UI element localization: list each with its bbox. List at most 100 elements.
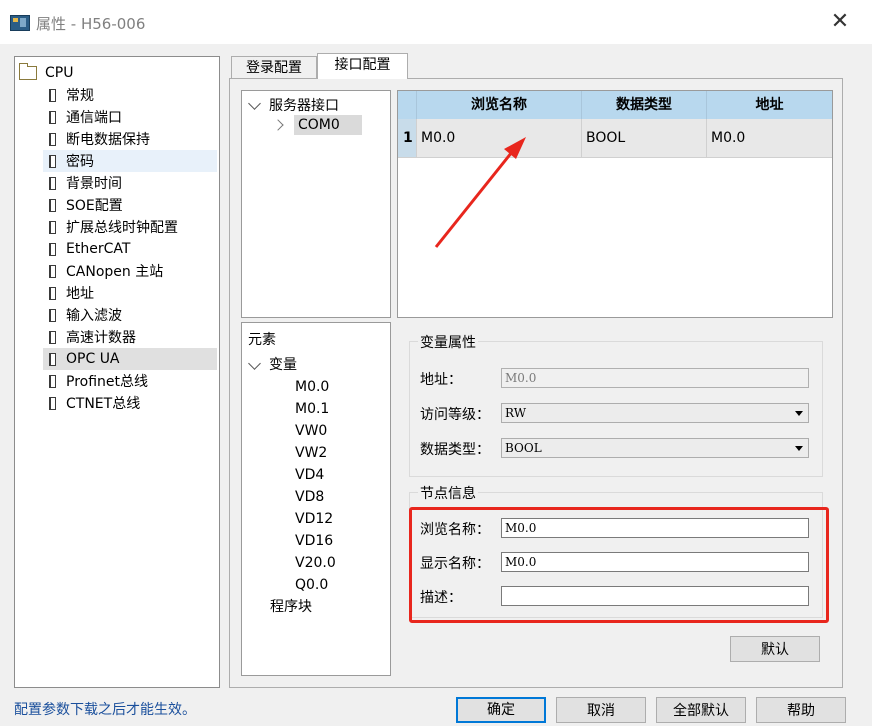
page-icon xyxy=(49,132,56,146)
variable-item[interactable]: V20.0 xyxy=(295,552,336,574)
close-icon[interactable]: ✕ xyxy=(826,8,854,36)
window-title: 属性 - H56-006 xyxy=(36,15,146,33)
tree-item[interactable]: OPC UA xyxy=(43,348,217,370)
tree-item[interactable]: 常规 xyxy=(43,84,217,106)
access-level-value: RW xyxy=(505,406,527,420)
tree-item[interactable]: CTNET总线 xyxy=(43,392,217,414)
settings-tree: CPU 常规通信端口断电数据保持 密码背景时间 SOE配置扩展总线时钟配置 Ether… xyxy=(14,56,220,688)
tab-label: 登录配置 xyxy=(246,60,302,76)
page-icon xyxy=(49,242,56,256)
page-icon xyxy=(49,198,56,212)
page-icon xyxy=(49,264,56,278)
chevron-down-icon xyxy=(248,96,261,110)
tree-item-label: 输入滤波 xyxy=(66,308,122,324)
tree-item-label: 密码 xyxy=(66,154,94,170)
group-label: 变量 xyxy=(269,357,297,373)
elements-group-variables[interactable]: 变量 xyxy=(248,354,297,376)
app-icon xyxy=(10,15,30,31)
tree-item-label: 通信端口 xyxy=(66,110,122,126)
elements-title: 元素 xyxy=(248,332,276,348)
tab-login-config[interactable]: 登录配置 xyxy=(231,56,317,79)
node-info-title: 节点信息 xyxy=(418,483,478,503)
page-icon xyxy=(49,374,56,388)
page-icon xyxy=(49,176,56,190)
elements-group-program-blocks[interactable]: 程序块 xyxy=(270,596,312,618)
default-button[interactable]: 默认 xyxy=(730,636,820,662)
server-tree-item-com0[interactable]: COM0 xyxy=(272,115,390,135)
variable-grid: 浏览名称 数据类型 地址 1 M0.0 BOOL M0.0 xyxy=(397,90,833,318)
variable-item[interactable]: M0.1 xyxy=(295,398,329,420)
server-interface-tree: 服务器接口 COM0 xyxy=(241,90,391,318)
chevron-right-icon xyxy=(272,119,284,131)
page-icon xyxy=(49,396,56,410)
variable-item[interactable]: VW0 xyxy=(295,420,327,442)
title-bar: 属性 - H56-006 ✕ xyxy=(0,0,872,44)
tab-interface-config[interactable]: 接口配置 xyxy=(317,53,408,79)
elements-tree: 元素 变量 M0.0 M0.1 VW0 VW2 VD4 VD8 VD12 VD16 V20.0 Q… xyxy=(241,322,391,676)
variable-item[interactable]: VD12 xyxy=(295,508,333,530)
page-icon xyxy=(49,352,56,366)
data-type-label: 数据类型： xyxy=(420,442,490,458)
tree-item-label: Profinet总线 xyxy=(66,374,149,390)
page-icon xyxy=(49,88,56,102)
tree-item[interactable]: SOE配置 xyxy=(43,194,217,216)
address-field: M0.0 xyxy=(501,368,809,388)
dropdown-arrow-icon xyxy=(795,446,803,451)
tree-item[interactable]: EtherCAT xyxy=(43,238,217,260)
tree-item[interactable]: 扩展总线时钟配置 xyxy=(43,216,217,238)
server-tree-root[interactable]: 服务器接口 xyxy=(248,95,339,115)
chevron-down-icon xyxy=(248,356,261,370)
tab-label: 接口配置 xyxy=(334,57,391,73)
tree-item[interactable]: 背景时间 xyxy=(43,172,217,194)
tree-item-label: 背景时间 xyxy=(66,176,122,192)
data-type-select[interactable]: BOOL xyxy=(501,438,809,458)
tree-item[interactable]: 输入滤波 xyxy=(43,304,217,326)
cancel-button[interactable]: 取消 xyxy=(556,697,646,723)
tree-item[interactable]: 地址 xyxy=(43,282,217,304)
folder-icon xyxy=(19,63,37,80)
tree-root-label: CPU xyxy=(45,65,74,81)
tree-root-cpu[interactable]: CPU xyxy=(19,63,73,83)
tree-item-label: EtherCAT xyxy=(66,241,131,257)
tree-item-label: 常规 xyxy=(66,88,94,104)
dropdown-arrow-icon xyxy=(795,411,803,416)
variable-item[interactable]: VW2 xyxy=(295,442,327,464)
tree-item-label: SOE配置 xyxy=(66,198,123,214)
variable-item[interactable]: VD8 xyxy=(295,486,324,508)
help-button[interactable]: 帮助 xyxy=(756,697,846,723)
server-tree-item-label: COM0 xyxy=(294,115,362,135)
access-level-select[interactable]: RW xyxy=(501,403,809,423)
ok-button[interactable]: 确定 xyxy=(456,697,546,723)
reset-all-button[interactable]: 全部默认 xyxy=(656,697,746,723)
tree-item[interactable]: 密码 xyxy=(43,150,217,172)
tree-item[interactable]: Profinet总线 xyxy=(43,370,217,392)
tree-item[interactable]: 通信端口 xyxy=(43,106,217,128)
variable-item[interactable]: VD16 xyxy=(295,530,333,552)
status-message: 配置参数下载之后才能生效。 xyxy=(14,702,196,718)
tree-item[interactable]: 高速计数器 xyxy=(43,326,217,348)
page-icon xyxy=(49,220,56,234)
page-icon xyxy=(49,308,56,322)
variable-properties-title: 变量属性 xyxy=(418,332,478,352)
tree-item-label: CTNET总线 xyxy=(66,396,141,412)
variable-item[interactable]: Q0.0 xyxy=(295,574,328,596)
server-tree-root-label: 服务器接口 xyxy=(269,98,339,114)
address-label: 地址： xyxy=(420,372,462,388)
variable-item[interactable]: M0.0 xyxy=(295,376,329,398)
page-icon xyxy=(49,330,56,344)
page-icon xyxy=(49,286,56,300)
annotation-highlight-box xyxy=(409,507,829,623)
tree-item-label: OPC UA xyxy=(66,351,120,367)
tree-item-label: 扩展总线时钟配置 xyxy=(66,220,178,236)
tree-item-label: 高速计数器 xyxy=(66,330,136,346)
annotation-arrow-icon xyxy=(434,137,526,248)
tree-item-label: CANopen 主站 xyxy=(66,264,164,280)
tree-item-label: 地址 xyxy=(66,286,94,302)
variable-item[interactable]: VD4 xyxy=(295,464,324,486)
data-type-value: BOOL xyxy=(505,441,542,455)
tree-item-label: 断电数据保持 xyxy=(66,132,150,148)
tree-item[interactable]: 断电数据保持 xyxy=(43,128,217,150)
tree-item[interactable]: CANopen 主站 xyxy=(43,260,217,282)
access-level-label: 访问等级： xyxy=(420,407,490,423)
page-icon xyxy=(49,110,56,124)
